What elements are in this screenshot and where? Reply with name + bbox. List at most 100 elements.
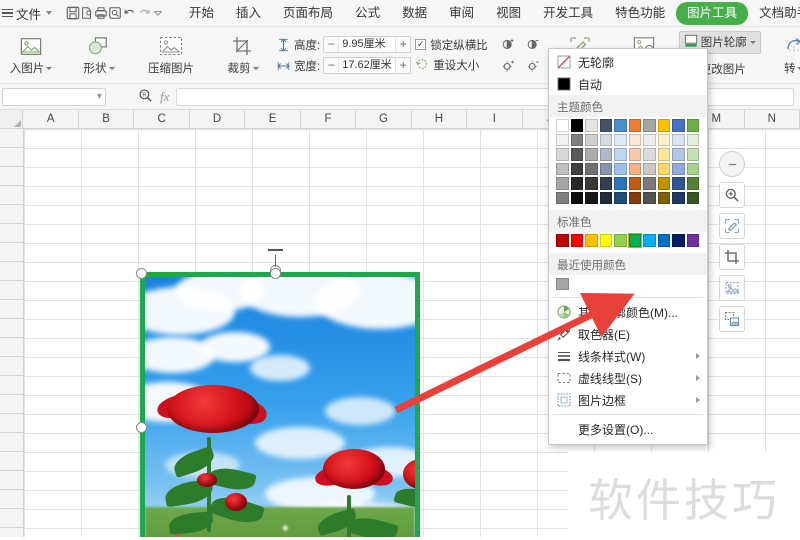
- color-swatch[interactable]: [686, 191, 699, 204]
- color-swatch[interactable]: [556, 277, 569, 290]
- color-swatch[interactable]: [643, 148, 656, 161]
- brightness-decrease-icon[interactable]: [525, 36, 542, 52]
- color-swatch[interactable]: [570, 234, 583, 247]
- tab-shitu[interactable]: 视图: [485, 2, 532, 25]
- row-header-5[interactable]: [0, 205, 23, 224]
- color-swatch[interactable]: [599, 148, 612, 161]
- color-swatch[interactable]: [657, 133, 670, 146]
- row-header-12[interactable]: [0, 338, 23, 357]
- print-icon[interactable]: [94, 3, 108, 24]
- print-preview-icon[interactable]: [80, 3, 94, 24]
- color-swatch[interactable]: [686, 162, 699, 175]
- height-value[interactable]: 9.95厘米: [338, 37, 397, 52]
- color-swatch[interactable]: [672, 148, 685, 161]
- color-swatch[interactable]: [672, 133, 685, 146]
- color-swatch[interactable]: [686, 119, 699, 132]
- reset-size-button[interactable]: 重设大小: [415, 57, 488, 74]
- undo-icon[interactable]: [122, 3, 137, 24]
- height-increment-button[interactable]: +: [396, 37, 411, 52]
- menu-item-more-settings[interactable]: 更多设置(O)...: [549, 418, 707, 440]
- color-swatch[interactable]: [570, 177, 583, 190]
- row-header-17[interactable]: [0, 433, 23, 452]
- color-swatch[interactable]: [585, 119, 598, 132]
- menu-item-automatic[interactable]: 自动: [549, 73, 707, 95]
- shape-button[interactable]: 形状: [72, 29, 126, 81]
- width-stepper[interactable]: − 17.62厘米 +: [323, 57, 412, 74]
- color-swatch[interactable]: [627, 233, 642, 248]
- color-swatch[interactable]: [614, 162, 627, 175]
- row-header-6[interactable]: [0, 224, 23, 243]
- color-swatch[interactable]: [599, 119, 612, 132]
- color-swatch[interactable]: [614, 148, 627, 161]
- row-header-21[interactable]: [0, 509, 23, 528]
- menu-item-picture-border[interactable]: 图片边框: [549, 389, 707, 411]
- color-swatch[interactable]: [628, 191, 641, 204]
- color-swatch[interactable]: [628, 162, 641, 175]
- column-header-e[interactable]: E: [245, 110, 301, 128]
- column-header-i[interactable]: I: [467, 110, 523, 128]
- color-swatch[interactable]: [628, 119, 641, 132]
- color-swatch[interactable]: [643, 191, 656, 204]
- color-swatch[interactable]: [672, 119, 685, 132]
- color-swatch[interactable]: [657, 148, 670, 161]
- row-header-3[interactable]: [0, 167, 23, 186]
- color-swatch[interactable]: [672, 191, 685, 204]
- tab-shuju[interactable]: 数据: [391, 2, 438, 25]
- color-swatch[interactable]: [614, 234, 627, 247]
- tab-kaishi[interactable]: 开始: [178, 2, 225, 25]
- row-header-8[interactable]: [0, 262, 23, 281]
- color-swatch[interactable]: [614, 191, 627, 204]
- compress-picture-button[interactable]: 压缩图片: [140, 29, 202, 81]
- column-header-n[interactable]: N: [745, 110, 800, 128]
- color-swatch[interactable]: [570, 148, 583, 161]
- zoom-tool-button[interactable]: [719, 182, 745, 208]
- color-swatch[interactable]: [585, 177, 598, 190]
- resize-handle-top-center[interactable]: [270, 268, 281, 279]
- row-header-11[interactable]: [0, 319, 23, 338]
- color-swatch[interactable]: [657, 234, 670, 247]
- width-increment-button[interactable]: +: [396, 58, 411, 73]
- contrast-decrease-icon[interactable]: [525, 58, 542, 74]
- height-stepper[interactable]: − 9.95厘米 +: [323, 36, 412, 53]
- row-header-9[interactable]: [0, 281, 23, 300]
- color-swatch[interactable]: [599, 191, 612, 204]
- color-swatch[interactable]: [686, 234, 699, 247]
- color-swatch[interactable]: [643, 119, 656, 132]
- color-swatch[interactable]: [585, 162, 598, 175]
- color-swatch[interactable]: [643, 133, 656, 146]
- color-swatch[interactable]: [556, 162, 569, 175]
- redo-icon[interactable]: [137, 3, 152, 24]
- name-box[interactable]: ▾: [2, 87, 106, 106]
- tab-tesegongneng[interactable]: 特色功能: [604, 2, 676, 25]
- tab-shenyue[interactable]: 审阅: [438, 2, 485, 25]
- width-value[interactable]: 17.62厘米: [338, 58, 397, 73]
- picture-swap-button[interactable]: [719, 306, 745, 332]
- row-header-13[interactable]: [0, 357, 23, 376]
- rotate-button[interactable]: 转: [774, 29, 800, 81]
- crop-button[interactable]: 裁剪: [216, 29, 270, 81]
- color-swatch[interactable]: [599, 234, 612, 247]
- contrast-increase-icon[interactable]: [500, 58, 517, 74]
- tab-kaifagongju[interactable]: 开发工具: [532, 2, 604, 25]
- menu-item-no-outline[interactable]: 无轮廓: [549, 51, 707, 73]
- row-header-14[interactable]: [0, 376, 23, 395]
- color-swatch[interactable]: [628, 133, 641, 146]
- row-header-16[interactable]: [0, 414, 23, 433]
- menu-item-dash-style[interactable]: 虚线线型(S): [549, 367, 707, 389]
- color-swatch[interactable]: [556, 177, 569, 190]
- resize-handle-top-left[interactable]: [136, 268, 147, 279]
- column-header-b[interactable]: B: [79, 110, 135, 128]
- color-swatch[interactable]: [570, 191, 583, 204]
- lock-ratio-checkbox[interactable]: ✓ 锁定纵横比: [415, 37, 488, 53]
- print-search-icon[interactable]: [108, 3, 122, 24]
- color-swatch[interactable]: [556, 191, 569, 204]
- insert-picture-button[interactable]: 入图片: [4, 29, 58, 81]
- color-swatch[interactable]: [657, 191, 670, 204]
- color-swatch[interactable]: [556, 234, 569, 247]
- color-swatch[interactable]: [643, 162, 656, 175]
- color-swatch[interactable]: [585, 133, 598, 146]
- color-swatch[interactable]: [585, 148, 598, 161]
- menu-item-eyedropper[interactable]: 取色器(E): [549, 323, 707, 345]
- row-header-4[interactable]: [0, 186, 23, 205]
- tab-gongshi[interactable]: 公式: [344, 2, 391, 25]
